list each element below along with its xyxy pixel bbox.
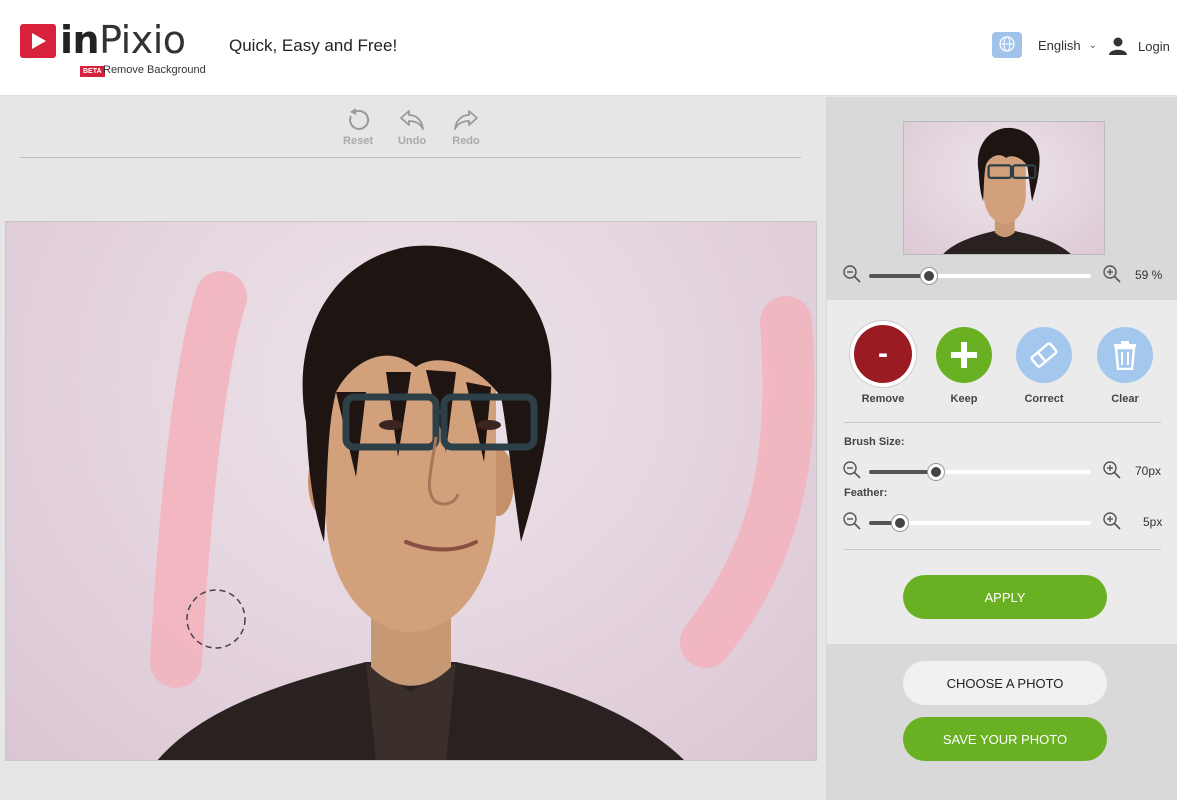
zoom-out-icon[interactable] <box>843 512 861 530</box>
clear-label: Clear <box>1111 393 1139 405</box>
globe-chat-icon <box>992 32 1022 58</box>
reset-label: Reset <box>343 135 373 147</box>
apply-button[interactable]: APPLY <box>903 575 1107 619</box>
remove-icon: - <box>854 325 912 383</box>
login-label: Login <box>1138 38 1170 54</box>
navigator-thumbnail[interactable] <box>903 121 1105 255</box>
beta-badge: BETA <box>80 66 105 77</box>
keep-tool-button[interactable]: Keep <box>932 327 996 405</box>
zoom-in-icon[interactable] <box>1103 461 1121 479</box>
zoom-slider-handle[interactable] <box>920 268 937 284</box>
zoom-slider-fill <box>869 274 929 278</box>
photo-canvas[interactable] <box>5 221 817 761</box>
choose-photo-button[interactable]: CHOOSE A PHOTO <box>903 661 1107 705</box>
zoom-in-icon[interactable] <box>1103 512 1121 530</box>
redo-icon <box>454 110 478 130</box>
trash-icon <box>1097 327 1153 383</box>
brush-size-slider-handle[interactable] <box>927 464 944 480</box>
correct-tool-button[interactable]: Correct <box>1012 327 1076 405</box>
brush-size-value: 70px <box>1135 464 1162 478</box>
feather-value: 5px <box>1143 515 1163 529</box>
save-photo-button[interactable]: SAVE YOUR PHOTO <box>903 717 1107 761</box>
plus-icon <box>936 327 992 383</box>
logo-subtitle: Remove Background <box>103 64 206 76</box>
tagline: Quick, Easy and Free! <box>229 36 398 55</box>
undo-label: Undo <box>397 135 427 147</box>
logo-wordmark: inPixio <box>60 18 186 62</box>
reset-icon <box>349 108 370 130</box>
undo-icon <box>400 110 424 130</box>
language-label: English <box>1038 37 1081 53</box>
photo-actions: CHOOSE A PHOTO SAVE YOUR PHOTO <box>827 644 1177 800</box>
tools-divider <box>844 422 1161 423</box>
settings-divider <box>844 549 1161 550</box>
reset-button[interactable]: Reset <box>340 107 376 147</box>
history-toolbar: Reset Undo Redo <box>340 107 484 147</box>
zoom-out-icon[interactable] <box>843 461 861 479</box>
language-selector[interactable]: English ⌄ <box>992 32 1097 58</box>
zoom-control: 59 % <box>841 265 1171 289</box>
brush-size-slider-fill <box>869 470 936 474</box>
play-logo-icon <box>20 24 56 58</box>
undo-button[interactable]: Undo <box>394 107 430 147</box>
feather-slider-handle[interactable] <box>892 515 909 531</box>
thumbnail-photo <box>943 127 1071 254</box>
brush-size-label: Brush Size: <box>844 436 905 448</box>
zoom-in-icon[interactable] <box>1103 265 1121 283</box>
remove-tool-button[interactable]: - Remove <box>851 325 915 405</box>
app-header: inPixio BETA Remove Background Quick, Ea… <box>0 0 1177 96</box>
redo-label: Redo <box>452 135 480 147</box>
eraser-icon <box>1016 327 1072 383</box>
login-link[interactable]: Login <box>1108 36 1170 56</box>
keep-label: Keep <box>950 393 978 405</box>
toolbar-divider <box>20 157 801 158</box>
feather-label: Feather: <box>844 487 888 499</box>
chevron-down-icon: ⌄ <box>1088 39 1098 51</box>
redo-button[interactable]: Redo <box>448 107 484 147</box>
remove-label: Remove <box>861 393 905 405</box>
correct-label: Correct <box>1024 393 1064 405</box>
side-panel: 59 % - Remove Keep Correct Clear Brush S… <box>826 97 1177 800</box>
navigator: 59 % <box>827 97 1177 300</box>
user-icon <box>1109 37 1127 55</box>
clear-tool-button[interactable]: Clear <box>1093 327 1157 405</box>
feather-control: 5px <box>841 512 1171 536</box>
brush-size-control: 70px <box>841 461 1171 485</box>
portrait-photo <box>150 245 815 760</box>
inpixio-logo[interactable]: inPixio BETA Remove Background <box>18 14 208 80</box>
zoom-value: 59 % <box>1135 268 1163 282</box>
zoom-out-icon[interactable] <box>843 265 861 283</box>
editor-area: Reset Undo Redo <box>0 97 826 800</box>
brush-tools: - Remove Keep Correct Clear <box>827 325 1177 415</box>
